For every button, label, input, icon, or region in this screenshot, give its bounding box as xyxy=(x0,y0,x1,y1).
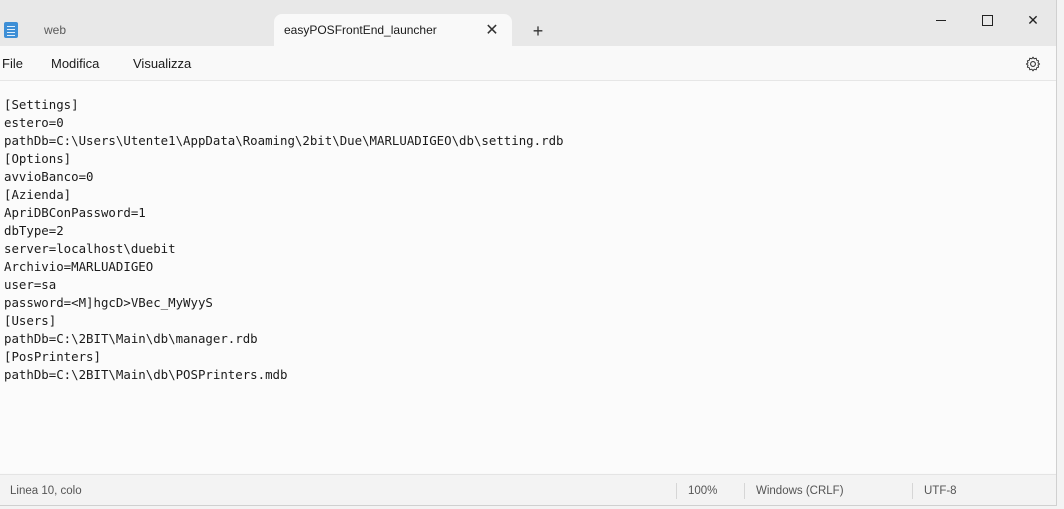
gear-icon[interactable] xyxy=(1022,53,1044,75)
notepad-icon xyxy=(4,22,18,38)
status-divider xyxy=(676,483,677,499)
tab-label: easyPOSFrontEnd_launcher xyxy=(284,23,437,37)
close-tab-icon[interactable]: ✕ xyxy=(478,16,506,44)
status-divider xyxy=(744,483,745,499)
status-bar: Linea 10, colo 100% Windows (CRLF) UTF-8 xyxy=(0,474,1056,505)
tab-label: web xyxy=(44,23,67,37)
menu-edit[interactable]: Modifica xyxy=(51,56,99,71)
status-divider xyxy=(912,483,913,499)
zoom-level[interactable]: 100% xyxy=(688,485,717,497)
menu-file[interactable]: File xyxy=(2,56,23,71)
close-window-button[interactable]: ✕ xyxy=(1010,4,1056,36)
line-ending[interactable]: Windows (CRLF) xyxy=(756,485,844,497)
maximize-icon xyxy=(981,14,993,26)
maximize-button[interactable] xyxy=(964,4,1010,36)
editor-content[interactable]: [Settings] estero=0 pathDb=C:\Users\Uten… xyxy=(4,96,564,384)
new-tab-button[interactable]: + xyxy=(524,17,552,45)
cursor-position: Linea 10, colo xyxy=(10,485,82,497)
text-editor[interactable]: [Settings] estero=0 pathDb=C:\Users\Uten… xyxy=(0,81,1056,473)
encoding[interactable]: UTF-8 xyxy=(924,485,957,497)
title-bar: web easyPOSFrontEnd_launcher ✕ + ✕ xyxy=(0,0,1056,46)
notepad-window: web easyPOSFrontEnd_launcher ✕ + ✕ File … xyxy=(0,0,1057,506)
minimize-button[interactable] xyxy=(918,4,964,36)
menu-bar: File Modifica Visualizza xyxy=(0,46,1056,81)
menu-view[interactable]: Visualizza xyxy=(133,56,191,71)
tab-web[interactable]: web xyxy=(26,14,266,46)
minimize-icon xyxy=(936,19,946,21)
tab-easypos-launcher[interactable]: easyPOSFrontEnd_launcher ✕ xyxy=(274,14,512,46)
